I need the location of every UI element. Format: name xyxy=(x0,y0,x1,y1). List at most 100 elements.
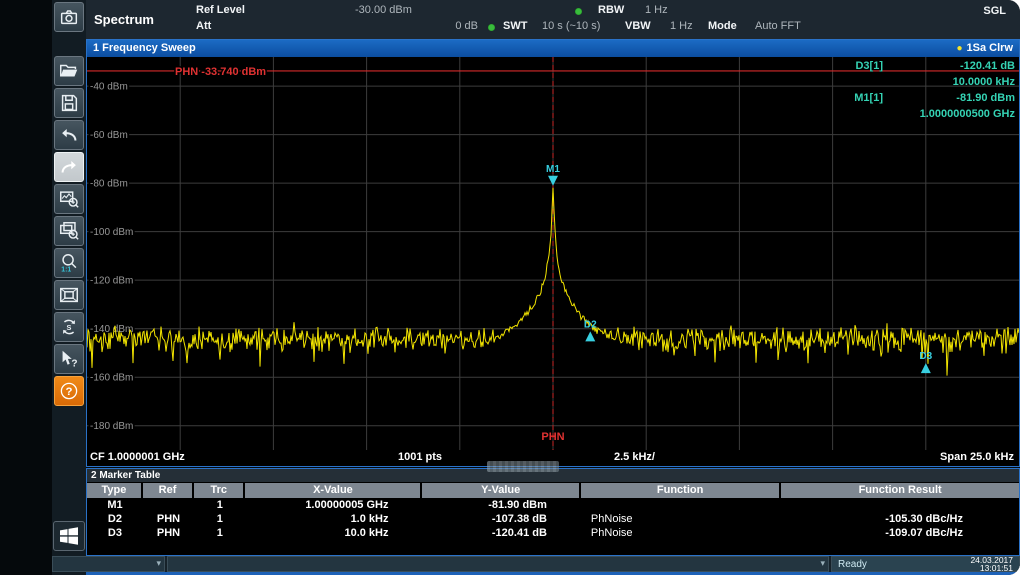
screen: 1:1S?? Spectrum Ref Level -30.00 dBm RBW… xyxy=(0,0,1024,576)
marker-cell: PhNoise xyxy=(581,526,781,540)
marker-cell: 10.0 kHz xyxy=(245,526,422,540)
column-header-function: Function xyxy=(581,483,781,498)
marker-cell: PHN xyxy=(143,526,194,540)
help-pointer-icon: ? xyxy=(58,348,80,370)
att-label: Att xyxy=(196,20,211,32)
sweep-window-titlebar[interactable]: 1 Frequency Sweep ● 1Sa Clrw xyxy=(87,40,1019,57)
redo-button[interactable] xyxy=(54,152,84,182)
context-help-button[interactable]: ? xyxy=(54,344,84,374)
sweep-window-title: 1 Frequency Sweep xyxy=(93,40,196,57)
chevron-down-icon: ▾ xyxy=(820,558,825,569)
rbw-value[interactable]: 1 Hz xyxy=(645,4,668,16)
att-value[interactable]: 0 dB xyxy=(355,20,478,32)
marker-readout-name xyxy=(813,106,883,122)
marker-readout-name: M1[1] xyxy=(813,90,883,106)
marker-cell: -120.41 dB xyxy=(422,526,580,540)
swt-value[interactable]: 10 s (~10 s) xyxy=(542,20,600,32)
marker-readout-row: D3[1]-120.41 dB xyxy=(813,58,1015,74)
undo-arrow-icon xyxy=(58,124,80,146)
trace-legend-label: 1Sa Clrw xyxy=(967,42,1013,54)
y-axis-label: -120 dBm xyxy=(90,276,133,287)
marker-readout-value: -81.90 dBm xyxy=(883,90,1015,106)
marker-cell: PhNoise xyxy=(581,512,781,526)
tab-spectrum[interactable]: Spectrum xyxy=(94,0,186,39)
marker-cell: 1 xyxy=(194,512,245,526)
marker-cell: 1.0 kHz xyxy=(245,512,422,526)
marker-table-row[interactable]: D2PHN11.0 kHz-107.38 dBPhNoise-105.30 dB… xyxy=(87,512,1019,526)
zoom-one-to-one-button[interactable]: 1:1 xyxy=(54,248,84,278)
mode-label: Mode xyxy=(708,20,737,32)
marker-readout[interactable]: D3[1]-120.41 dB10.0000 kHzM1[1]-81.90 dB… xyxy=(813,58,1015,122)
open-file-button[interactable] xyxy=(54,56,84,86)
marker-cell: -107.38 dB xyxy=(422,512,580,526)
undo-button[interactable] xyxy=(54,120,84,150)
vbw-label: VBW xyxy=(625,20,651,32)
marker-readout-value: 1.0000000500 GHz xyxy=(883,106,1015,122)
marker-cell: -105.30 dBc/Hz xyxy=(781,512,1019,526)
y-axis-label: -180 dBm xyxy=(90,421,133,432)
column-header-x-value: X-Value xyxy=(245,483,422,498)
analyzer-window: 1:1S?? Spectrum Ref Level -30.00 dBm RBW… xyxy=(0,0,1020,575)
datetime: 24.03.2017 13:01:51 xyxy=(970,556,1013,573)
ref-level-value[interactable]: -30.00 dBm xyxy=(355,4,412,16)
marker-m1-triangle-icon[interactable] xyxy=(548,176,558,186)
marker-cell: PHN xyxy=(143,512,194,526)
marker-cell: D2 xyxy=(87,512,143,526)
marker-table-window: 2 Marker Table TypeRefTrcX-ValueY-ValueF… xyxy=(86,468,1020,556)
swt-led-icon xyxy=(488,24,495,31)
marker-cell: M1 xyxy=(87,498,143,512)
display-frame-button[interactable] xyxy=(54,280,84,310)
spectrum-plot[interactable]: -40 dBm-60 dBm-80 dBm-100 dBm-120 dBm-14… xyxy=(87,57,1019,450)
marker-cell xyxy=(781,498,1019,512)
windows-start-button[interactable] xyxy=(53,521,85,551)
column-header-function-result: Function Result xyxy=(781,483,1019,498)
marker-readout-row: 1.0000000500 GHz xyxy=(813,106,1015,122)
sequencer-icon: S xyxy=(58,316,80,338)
span-value[interactable]: Span 25.0 kHz xyxy=(940,451,1014,463)
y-axis-label: -100 dBm xyxy=(90,227,133,238)
marker-readout-name: D3[1] xyxy=(813,58,883,74)
marker-d2-triangle-icon[interactable] xyxy=(585,331,595,341)
marker-cell xyxy=(143,498,194,512)
zoom-graph-icon xyxy=(58,188,80,210)
help-icon: ? xyxy=(58,380,80,402)
rbw-led-icon xyxy=(575,8,582,15)
sweep-points-value[interactable]: 1001 pts xyxy=(398,451,442,463)
marker-cell xyxy=(581,498,781,512)
center-frequency-value[interactable]: CF 1.0000001 GHz xyxy=(90,451,185,463)
mode-value[interactable]: Auto FFT xyxy=(755,20,801,32)
y-axis-label: -60 dBm xyxy=(90,130,128,141)
folder-open-icon xyxy=(58,60,80,82)
swt-label: SWT xyxy=(503,20,527,32)
trace-color-dot-icon: ● xyxy=(956,43,962,54)
vbw-value[interactable]: 1 Hz xyxy=(670,20,693,32)
svg-text:?: ? xyxy=(71,358,77,369)
phn-marker-label: PHN xyxy=(541,431,564,443)
marker-table-header: TypeRefTrcX-ValueY-ValueFunctionFunction… xyxy=(87,483,1019,498)
sequencer-button[interactable]: S xyxy=(54,312,84,342)
marker-table-row[interactable]: M111.00000005 GHz-81.90 dBm xyxy=(87,498,1019,512)
multi-zoom-icon xyxy=(58,220,80,242)
help-button[interactable]: ? xyxy=(54,376,84,406)
marker-cell: 1 xyxy=(194,526,245,540)
column-header-y-value: Y-Value xyxy=(422,483,580,498)
trace-legend[interactable]: ● 1Sa Clrw xyxy=(956,40,1013,57)
per-division-value[interactable]: 2.5 kHz/ xyxy=(614,451,655,463)
marker-cell: D3 xyxy=(87,526,143,540)
zoom-graph-button[interactable] xyxy=(54,184,84,214)
camera-icon xyxy=(58,6,80,28)
screenshot-button[interactable] xyxy=(54,2,84,32)
window-splitter-handle[interactable] xyxy=(487,461,559,472)
save-button[interactable] xyxy=(54,88,84,118)
marker-readout-row: M1[1]-81.90 dBm xyxy=(813,90,1015,106)
marker-cell: 1 xyxy=(194,498,245,512)
single-sweep-indicator: SGL xyxy=(983,5,1006,17)
marker-table-row[interactable]: D3PHN110.0 kHz-120.41 dBPhNoise-109.07 d… xyxy=(87,526,1019,540)
status-message-dropdown[interactable]: ▾ xyxy=(167,556,829,572)
multi-zoom-button[interactable] xyxy=(54,216,84,246)
frequency-sweep-window: 1 Frequency Sweep ●1Sa Clrw -40 dBm-60 d… xyxy=(86,39,1020,467)
marker-d3-triangle-icon[interactable] xyxy=(921,363,931,373)
status-dropdown-left[interactable]: ▾ xyxy=(52,556,165,572)
status-bar: ▾ ▾ Ready 24.03.2017 13:01:51 xyxy=(52,556,1020,572)
save-icon xyxy=(58,92,80,114)
